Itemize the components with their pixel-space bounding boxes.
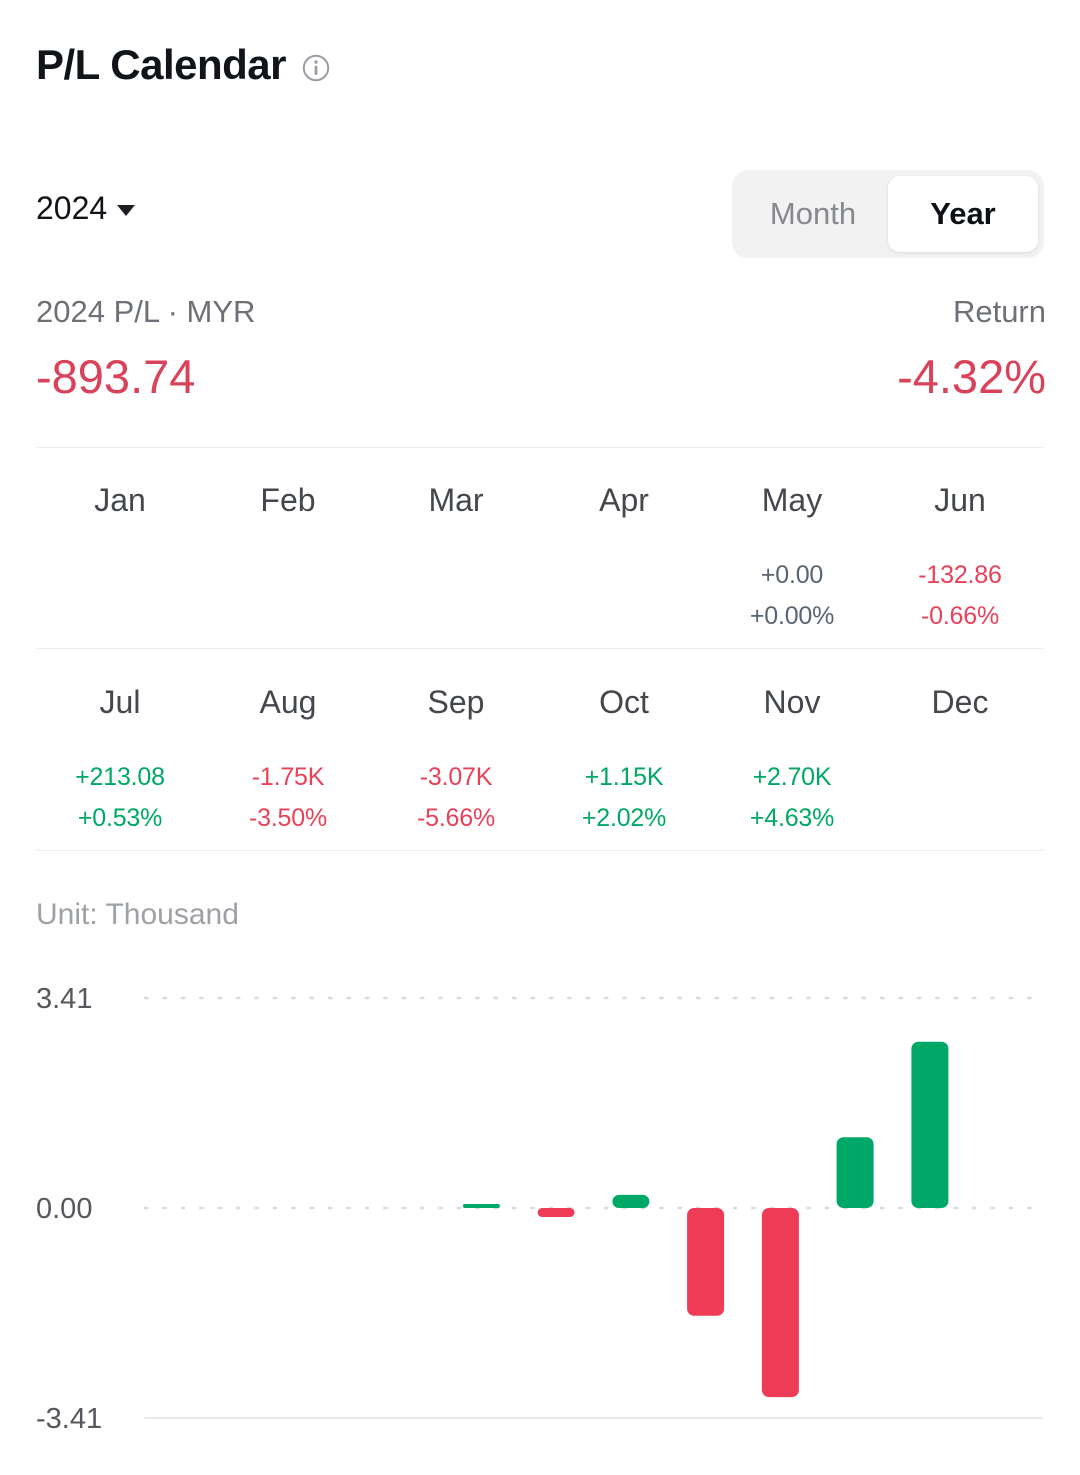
year-selector[interactable]: 2024 xyxy=(36,190,136,226)
month-row-first-half: Jan Feb Mar Apr May +0.00 +0.00% Jun -132.86… xyxy=(36,470,1044,640)
month-label: Feb xyxy=(260,482,316,518)
bar-nov[interactable] xyxy=(911,1041,949,1208)
page-title: P/L Calendar xyxy=(36,41,286,88)
divider-middle xyxy=(36,648,1044,649)
month-label: Jun xyxy=(934,482,986,518)
month-percent: -3.50% xyxy=(248,804,327,832)
bar-aug[interactable] xyxy=(687,1208,725,1316)
bar-jul[interactable] xyxy=(612,1194,650,1208)
return-caption: Return xyxy=(952,294,1046,329)
pl-value: -893.74 xyxy=(36,350,196,403)
chart-unit-label: Unit: Thousand xyxy=(36,898,239,931)
month-amount: +0.00 xyxy=(760,561,824,589)
year-selector-label: 2024 xyxy=(36,190,108,226)
tab-year[interactable]: Year xyxy=(888,176,1038,252)
bar-may[interactable] xyxy=(462,1204,500,1208)
header: P/L Calendar xyxy=(36,44,330,86)
month-label: Mar xyxy=(428,482,484,518)
month-percent: -0.66% xyxy=(920,602,999,630)
month-percent: +0.00% xyxy=(749,602,835,630)
month-cell-aug[interactable]: Aug -1.75K -3.50% xyxy=(204,672,372,842)
month-amount: -1.75K xyxy=(251,763,325,791)
month-amount: -132.86 xyxy=(918,561,1002,589)
month-cell-jun[interactable]: Jun -132.86 -0.66% xyxy=(876,470,1044,640)
month-label: Jul xyxy=(99,684,141,720)
bar-jun[interactable] xyxy=(537,1208,575,1217)
month-percent: +4.63% xyxy=(749,804,835,832)
month-label: Sep xyxy=(427,684,485,720)
y-axis-tick-1: 0.00 xyxy=(36,1193,92,1225)
month-label: Aug xyxy=(259,684,317,720)
return-value: -4.32% xyxy=(897,350,1046,403)
month-label: Nov xyxy=(763,684,821,720)
month-amount: -3.07K xyxy=(419,763,493,791)
month-label: Oct xyxy=(599,684,649,720)
month-amount: +1.15K xyxy=(584,763,664,791)
controls-row: 2024 Month Year xyxy=(36,170,1044,258)
month-cell-jul[interactable]: Jul +213.08 +0.53% xyxy=(36,672,204,842)
month-cell-apr[interactable]: Apr xyxy=(540,470,708,640)
month-amount: +2.70K xyxy=(752,763,832,791)
bar-oct[interactable] xyxy=(836,1137,874,1208)
divider-bottom xyxy=(36,850,1044,851)
month-cell-oct[interactable]: Oct +1.15K +2.02% xyxy=(540,672,708,842)
month-amount: +213.08 xyxy=(75,763,165,791)
month-cell-sep[interactable]: Sep -3.07K -5.66% xyxy=(372,672,540,842)
month-percent: -5.66% xyxy=(416,804,495,832)
y-axis-tick-2: -3.41 xyxy=(36,1403,102,1435)
chevron-down-icon xyxy=(117,204,136,216)
month-cell-jan[interactable]: Jan xyxy=(36,470,204,640)
bar-sep[interactable] xyxy=(761,1208,799,1398)
tab-month[interactable]: Month xyxy=(738,176,888,252)
month-row-second-half: Jul +213.08 +0.53% Aug -1.75K -3.50% Sep -3.07K… xyxy=(36,672,1044,842)
month-cell-mar[interactable]: Mar xyxy=(372,470,540,640)
month-label: Dec xyxy=(931,684,989,720)
pl-caption: 2024 P/L · MYR xyxy=(36,294,256,329)
pl-calendar-page: P/L Calendar 2024 Month Year 2024 P/L · … xyxy=(0,0,1080,1475)
month-percent: +0.53% xyxy=(77,804,163,832)
pl-bar-chart: 3.41 0.00 -3.41 xyxy=(0,960,1080,1460)
y-axis-tick-0: 3.41 xyxy=(36,983,92,1015)
period-toggle: Month Year xyxy=(732,170,1044,258)
month-label: Apr xyxy=(599,482,649,518)
month-label: May xyxy=(761,482,823,518)
divider-top xyxy=(36,447,1044,448)
return-summary: Return -4.32% xyxy=(897,296,1046,400)
info-circle-icon[interactable] xyxy=(302,54,330,82)
pl-summary: 2024 P/L · MYR -893.74 xyxy=(36,296,255,400)
month-cell-nov[interactable]: Nov +2.70K +4.63% xyxy=(708,672,876,842)
summary-row: 2024 P/L · MYR -893.74 Return -4.32% xyxy=(36,296,1046,416)
month-label: Jan xyxy=(94,482,146,518)
month-cell-feb[interactable]: Feb xyxy=(204,470,372,640)
month-percent: +2.02% xyxy=(581,804,667,832)
month-cell-may[interactable]: May +0.00 +0.00% xyxy=(708,470,876,640)
month-cell-dec[interactable]: Dec xyxy=(876,672,1044,842)
